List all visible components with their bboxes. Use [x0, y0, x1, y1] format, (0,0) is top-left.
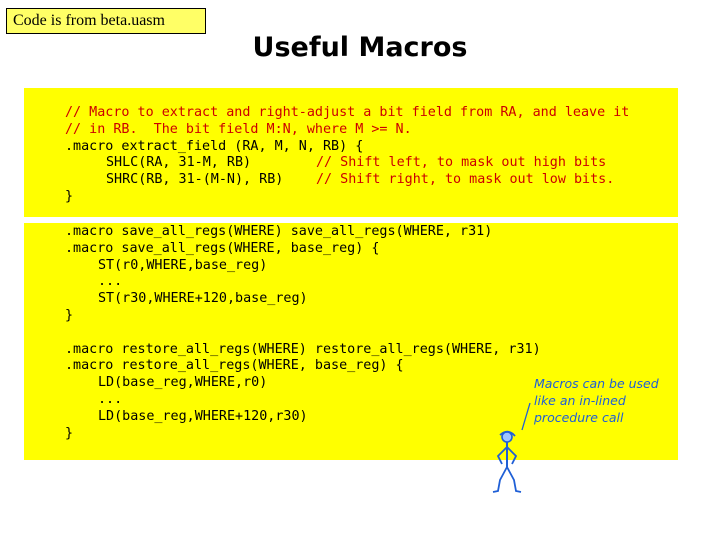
note-line: like an in-lined — [534, 393, 626, 408]
code-statement: LD(base_reg,WHERE,r0) — [98, 375, 268, 391]
macro-header: .macro restore_all_regs(WHERE, base_reg)… — [65, 358, 404, 374]
code-comment: // Macro to extract and right-adjust a b… — [65, 105, 630, 120]
code-line: SHRC(RB, 31-(M-N), RB) // Shift right, t… — [24, 172, 678, 189]
code-line: } — [24, 189, 678, 206]
code-comment: // Shift left, to mask out high bits — [316, 155, 607, 171]
macro-close-brace: } — [65, 188, 74, 204]
macro-close-brace: } — [65, 307, 74, 323]
figure-left-arm — [496, 446, 508, 465]
code-line: } — [24, 308, 678, 325]
code-line: ST(r30,WHERE+120,base_reg) — [24, 291, 678, 308]
code-line: .macro save_all_regs(WHERE) save_all_reg… — [24, 224, 678, 241]
slide-title: Useful Macros — [252, 32, 468, 63]
code-statement: SHLC(RA, 31-M, RB) — [106, 155, 252, 171]
macro-header: .macro save_all_regs(WHERE) save_all_reg… — [65, 224, 493, 239]
code-line: SHLC(RA, 31-M, RB) // Shift left, to mas… — [24, 155, 678, 172]
code-statement: ST(r30,WHERE+120,base_reg) — [98, 291, 308, 307]
code-statement: ... — [98, 391, 123, 407]
code-line: .macro restore_all_regs(WHERE) restore_a… — [24, 342, 678, 359]
figure-left-leg — [492, 466, 508, 493]
stick-figure-icon — [492, 402, 531, 493]
annotation-note: Macros can be used like an in-lined proc… — [534, 375, 659, 426]
figure-right-leg — [506, 466, 522, 493]
extract-field-code-box: // Macro to extract and right-adjust a b… — [24, 88, 678, 217]
macro-header: .macro save_all_regs(WHERE, base_reg) { — [65, 240, 380, 256]
code-statement: SHRC(RB, 31-(M-N), RB) — [106, 172, 284, 188]
code-statement: LD(base_reg,WHERE+120,r30) — [98, 408, 308, 424]
code-line: // Macro to extract and right-adjust a b… — [24, 105, 678, 122]
code-line: .macro extract_field (RA, M, N, RB) { — [24, 139, 678, 156]
code-line: // in RB. The bit field M:N, where M >= … — [24, 122, 678, 139]
speech-line — [521, 402, 531, 431]
note-line: Macros can be used — [534, 376, 659, 391]
note-line: procedure call — [534, 410, 624, 425]
macro-header: .macro extract_field (RA, M, N, RB) { — [65, 138, 364, 154]
code-comment: // in RB. The bit field M:N, where M >= … — [65, 121, 412, 137]
code-statement: ... — [98, 274, 123, 290]
macro-header: .macro restore_all_regs(WHERE) restore_a… — [65, 341, 541, 357]
code-statement: ST(r0,WHERE,base_reg) — [98, 257, 268, 273]
code-line: .macro restore_all_regs(WHERE, base_reg)… — [24, 358, 678, 375]
code-line: } — [24, 426, 678, 443]
code-line: ST(r0,WHERE,base_reg) — [24, 258, 678, 275]
code-line: ... — [24, 274, 678, 291]
code-line: .macro save_all_regs(WHERE, base_reg) { — [24, 241, 678, 258]
code-comment: // Shift right, to mask out low bits. — [316, 172, 615, 188]
macro-close-brace: } — [65, 425, 74, 441]
figure-right-arm — [506, 446, 518, 465]
source-tag-label: Code is from beta.uasm — [13, 12, 165, 29]
